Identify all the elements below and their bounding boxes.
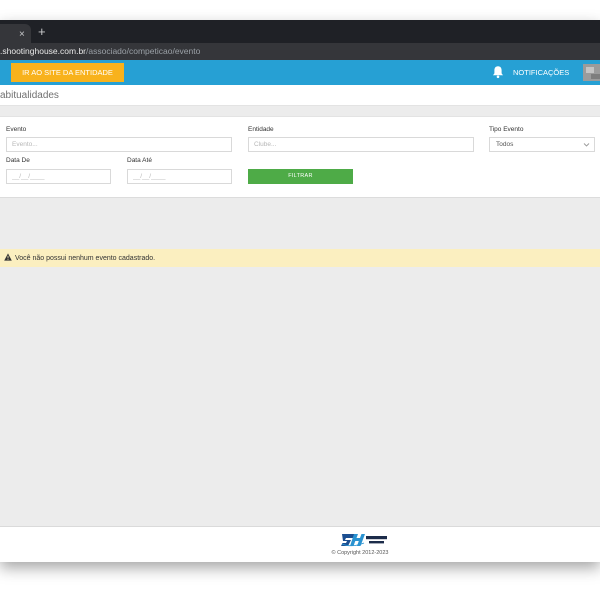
evento-label: Evento <box>6 126 27 133</box>
data-de-input[interactable] <box>6 169 111 184</box>
tipo-evento-label: Tipo Evento <box>489 126 524 133</box>
chevron-down-icon <box>583 143 590 147</box>
tipo-evento-value: Todos <box>496 141 514 148</box>
avatar[interactable] <box>583 64 600 81</box>
browser-tab[interactable]: × <box>0 24 31 43</box>
evento-input[interactable] <box>6 137 232 152</box>
browser-window: × + .shootinghouse.com.br/associado/comp… <box>0 20 600 562</box>
data-ate-input[interactable] <box>127 169 232 184</box>
entidade-input[interactable] <box>248 137 474 152</box>
url-host: .shootinghouse.com.br <box>0 46 86 56</box>
bell-icon[interactable] <box>491 65 505 79</box>
alert-text: Você não possui nenhum evento cadastrado… <box>15 255 156 262</box>
filter-button[interactable]: FILTRAR <box>248 169 353 184</box>
logo-wordmark <box>366 536 387 544</box>
entidade-label: Entidade <box>248 126 274 133</box>
go-to-site-button[interactable]: IR AO SITE DA ENTIDADE <box>11 63 124 82</box>
data-de-label: Data De <box>6 157 30 164</box>
address-bar[interactable]: .shootinghouse.com.br/associado/competic… <box>0 43 600 60</box>
no-events-alert: Você não possui nenhum evento cadastrado… <box>0 249 600 267</box>
url-path: /associado/competicao/evento <box>86 46 201 56</box>
page-title-bar: abitualidades <box>0 85 600 106</box>
filter-panel: Evento Entidade Tipo Evento Todos Data D… <box>0 116 600 198</box>
copyright: © Copyright 2012-2023 <box>331 550 389 556</box>
page-title: abitualidades <box>0 90 59 101</box>
notifications-link[interactable]: NOTIFICAÇÕES <box>513 68 569 77</box>
warning-triangle-icon <box>4 253 12 261</box>
new-tab-icon[interactable]: + <box>38 25 46 38</box>
footer: © Copyright 2012-2023 <box>0 526 600 562</box>
url-text[interactable]: .shootinghouse.com.br/associado/competic… <box>0 46 200 57</box>
data-ate-label: Data Até <box>127 157 152 164</box>
browser-tab-bar: × + <box>0 20 600 43</box>
tipo-evento-select[interactable]: Todos <box>489 137 595 152</box>
close-tab-icon[interactable]: × <box>19 30 25 40</box>
app-header: IR AO SITE DA ENTIDADE NOTIFICAÇÕES <box>0 60 600 85</box>
